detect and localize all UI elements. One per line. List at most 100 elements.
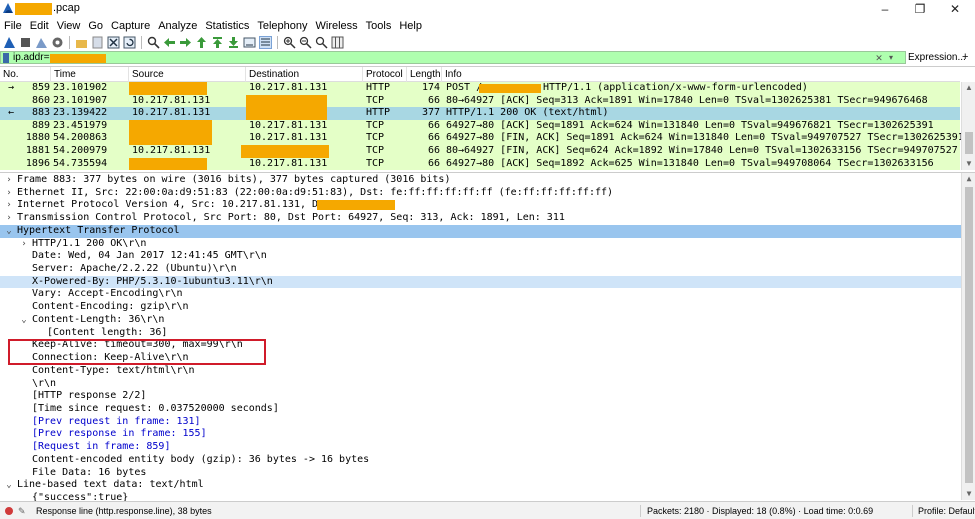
add-filter-button[interactable]: + <box>962 51 968 64</box>
restart-capture-icon[interactable] <box>35 36 48 49</box>
packet-row[interactable]: 1880 54.200863 10.217.81.131 TCP 66 64927→80 … <box>0 132 964 145</box>
detail-row[interactable]: X-Powered-By: PHP/5.3.10-1ubuntu3.11\r\n <box>0 275 961 289</box>
detail-row[interactable]: › Internet Protocol Version 4, Src: 10.21… <box>0 199 961 212</box>
scroll-up-icon[interactable]: ▲ <box>962 82 975 94</box>
packet-row[interactable]: → 859 23.101902 10.217.81.131 HTTP 174 POST / H… <box>0 82 960 95</box>
menu-statistics[interactable]: Statistics <box>201 18 253 34</box>
expand-arrow-icon[interactable]: › <box>4 187 14 200</box>
detail-row[interactable]: \r\n <box>0 378 961 391</box>
details-scrollbar[interactable]: ▲ ▼ <box>961 173 975 500</box>
detail-row[interactable]: [Content length: 36] <box>0 327 961 340</box>
stop-capture-icon[interactable] <box>19 36 32 49</box>
packet-no: 1881 <box>25 145 50 156</box>
detail-row[interactable]: Content-Type: text/html\r\n <box>0 365 961 378</box>
autoscroll-icon[interactable] <box>243 36 256 49</box>
close-button[interactable]: ✕ <box>935 0 975 18</box>
expression-button[interactable]: Expression... <box>908 51 966 64</box>
detail-row[interactable]: › Ethernet II, Src: 22:00:0a:d9:51:83 (22… <box>0 187 961 200</box>
colorize-icon[interactable] <box>259 36 272 49</box>
detail-row[interactable]: Content-Encoding: gzip\r\n <box>0 301 961 314</box>
expert-info-icon[interactable] <box>5 507 13 515</box>
packet-row[interactable]: 889 23.451979 10.217.81.131 TCP 66 64927→80 [… <box>0 119 960 133</box>
close-file-icon[interactable] <box>107 36 120 49</box>
filter-history-dropdown-icon[interactable]: ▾ <box>884 53 898 63</box>
detail-row[interactable]: › Frame 883: 377 bytes on wire (3016 bits… <box>0 174 961 187</box>
go-to-packet-icon[interactable] <box>195 36 208 49</box>
save-file-icon[interactable] <box>91 36 104 49</box>
detail-row[interactable]: ⌄ Line-based text data: text/html <box>0 479 961 492</box>
packet-length: 66 <box>427 132 440 144</box>
resize-columns-icon[interactable] <box>331 36 344 49</box>
toolbar-separator <box>141 36 142 49</box>
open-file-icon[interactable] <box>75 36 88 49</box>
packet-row[interactable]: 860 23.101907 10.217.81.131 TCP 66 80→64927 [… <box>0 94 960 108</box>
expand-arrow-icon[interactable]: › <box>4 199 14 212</box>
start-capture-icon[interactable] <box>3 36 16 49</box>
scroll-down-icon[interactable]: ▼ <box>962 158 975 170</box>
menu-go[interactable]: Go <box>84 18 107 34</box>
detail-row[interactable]: [HTTP response 2/2] <box>0 390 961 403</box>
column-header-time[interactable]: Time <box>51 67 129 82</box>
scroll-up-icon[interactable]: ▲ <box>962 173 975 185</box>
edit-comment-icon[interactable]: ✎ <box>18 502 26 519</box>
go-first-packet-icon[interactable] <box>211 36 224 49</box>
normal-size-icon[interactable] <box>315 36 328 49</box>
profile-selector[interactable]: Profile: Default <box>918 502 975 519</box>
menu-view[interactable]: View <box>53 18 85 34</box>
detail-row[interactable]: › Transmission Control Protocol, Src Port… <box>0 212 961 225</box>
display-filter-input[interactable]: ip.addr== ✕ ▾ <box>0 51 906 64</box>
column-header-info[interactable]: Info <box>442 67 960 82</box>
menu-file[interactable]: File <box>0 18 26 34</box>
reload-file-icon[interactable] <box>123 36 136 49</box>
scroll-down-icon[interactable]: ▼ <box>962 488 975 500</box>
detail-row[interactable]: ⌄ Content-Length: 36\r\n <box>0 314 961 327</box>
scroll-thumb[interactable] <box>965 187 973 483</box>
detail-row[interactable]: Server: Apache/2.2.22 (Ubuntu)\r\n <box>0 263 961 276</box>
packet-row[interactable]: 1896 54.735594 10.217.81.131 TCP 66 64927→80 … <box>0 157 960 171</box>
menu-tools[interactable]: Tools <box>362 18 396 34</box>
detail-row[interactable]: [Time since request: 0.037520000 seconds… <box>0 403 961 416</box>
go-last-packet-icon[interactable] <box>227 36 240 49</box>
detail-frame-link[interactable]: [Request in frame: 859] <box>0 441 961 454</box>
detail-row[interactable]: › HTTP/1.1 200 OK\r\n <box>0 238 961 251</box>
menu-wireless[interactable]: Wireless <box>312 18 362 34</box>
zoom-out-icon[interactable] <box>299 36 312 49</box>
collapse-arrow-icon[interactable]: ⌄ <box>4 225 14 238</box>
detail-row[interactable]: ⌄ Hypertext Transfer Protocol <box>0 224 961 238</box>
minimize-button[interactable]: – <box>865 0 905 18</box>
column-header-length[interactable]: Length <box>407 67 442 82</box>
expand-arrow-icon[interactable]: › <box>4 174 14 187</box>
go-forward-icon[interactable] <box>179 36 192 49</box>
menu-help[interactable]: Help <box>395 18 426 34</box>
menu-capture[interactable]: Capture <box>107 18 154 34</box>
detail-text: [Prev request in frame: 131] <box>32 415 201 427</box>
column-header-protocol[interactable]: Protocol <box>363 67 407 82</box>
collapse-arrow-icon[interactable]: ⌄ <box>4 479 14 492</box>
find-packet-icon[interactable] <box>147 36 160 49</box>
packet-row[interactable]: ← 883 23.139422 10.217.81.131 HTTP 377 HTTP/1.… <box>0 107 960 120</box>
detail-row[interactable]: Content-encoded entity body (gzip): 36 b… <box>0 454 961 467</box>
packet-list-scrollbar[interactable]: ▲ ▼ <box>961 82 975 170</box>
detail-row[interactable]: Date: Wed, 04 Jan 2017 12:41:45 GMT\r\n <box>0 250 961 263</box>
expand-arrow-icon[interactable]: › <box>4 212 14 225</box>
menu-telephony[interactable]: Telephony <box>253 18 311 34</box>
go-back-icon[interactable] <box>163 36 176 49</box>
expand-arrow-icon[interactable]: › <box>19 238 29 251</box>
detail-row[interactable]: Vary: Accept-Encoding\r\n <box>0 288 961 301</box>
detail-frame-link[interactable]: [Prev request in frame: 131] <box>0 416 961 429</box>
menu-edit[interactable]: Edit <box>26 18 53 34</box>
column-header-source[interactable]: Source <box>129 67 246 82</box>
maximize-button[interactable]: ❐ <box>900 0 940 18</box>
zoom-in-icon[interactable] <box>283 36 296 49</box>
menu-analyze[interactable]: Analyze <box>154 18 201 34</box>
packet-row[interactable]: 1881 54.200979 10.217.81.131 TCP 66 80→64927 … <box>0 145 960 158</box>
detail-row[interactable]: File Data: 16 bytes <box>0 467 961 480</box>
filter-bookmark-icon[interactable] <box>3 53 9 63</box>
capture-options-icon[interactable] <box>51 36 64 49</box>
scroll-thumb[interactable] <box>965 132 973 154</box>
column-header-destination[interactable]: Destination <box>246 67 363 82</box>
column-header-no[interactable]: No. <box>0 67 51 82</box>
clear-filter-icon[interactable]: ✕ <box>874 53 884 63</box>
collapse-arrow-icon[interactable]: ⌄ <box>19 314 29 327</box>
detail-frame-link[interactable]: [Prev response in frame: 155] <box>0 428 961 441</box>
